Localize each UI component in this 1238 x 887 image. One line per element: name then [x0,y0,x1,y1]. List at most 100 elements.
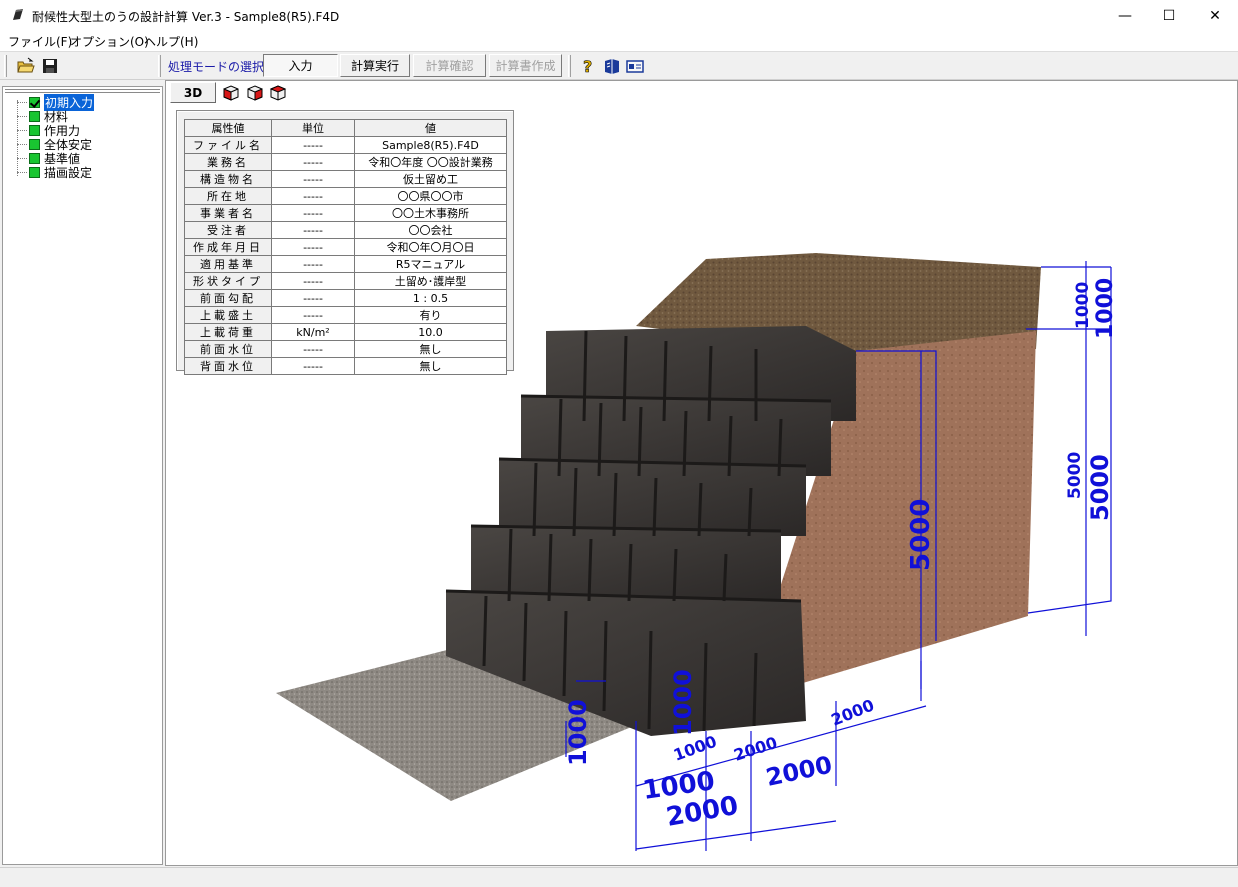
property-unit: ----- [271,272,355,290]
dimension-label: 2000 [763,751,834,792]
maximize-button[interactable]: ☐ [1146,0,1192,31]
navigation-tree: 初期入力 材料 作用力 全体安定 基準値 描画設定 [2,86,163,865]
property-name: 背面水位 [184,357,272,375]
property-name: 形状タイプ [184,272,272,290]
property-unit: ----- [271,204,355,222]
property-name: 構造物名 [184,170,272,188]
property-name: 受注者 [184,221,272,239]
status-icon [29,110,40,122]
status-icon [29,166,40,178]
column-header: 単位 [271,119,355,137]
table-row[interactable]: ファイル名 ----- Sample8(R5).F4D [184,136,507,154]
property-unit: ----- [271,153,355,171]
toolbar-grip [4,55,7,77]
cube-view-top-icon[interactable] [268,83,288,103]
tree-item-label: 描画設定 [44,165,93,180]
status-icon [29,124,40,136]
property-value[interactable]: 仮土留め工 [354,170,507,188]
property-value[interactable]: 〇〇土木事務所 [354,204,507,222]
view-3d-button[interactable]: 3D [170,82,216,103]
property-table: 属性値 単位 値 ファイル名 ----- Sample8(R5).F4D 業務名 --… [184,119,507,375]
tree-item-drawing-settings[interactable]: 描画設定 [17,165,93,180]
title-bar: 耐候性大型土のうの設計計算 Ver.3 - Sample8(R5).F4D — … [0,0,1238,31]
toolbar-grip-3 [568,55,571,77]
create-report-button[interactable]: 計算書作成 [489,54,562,77]
property-unit: ----- [271,340,355,358]
dimension-label: 2000 [731,733,779,765]
table-row[interactable]: 形状タイプ ----- 土留め･護岸型 [184,272,507,290]
property-value[interactable]: 〇〇県〇〇市 [354,187,507,205]
property-unit: ----- [271,289,355,307]
run-calculation-button[interactable]: 計算実行 [340,54,410,77]
property-unit: ----- [271,170,355,188]
minimize-button[interactable]: — [1102,0,1148,31]
version-info-icon[interactable] [625,56,645,76]
sandbag-blocks [445,326,856,736]
property-value[interactable]: 有り [354,306,507,324]
property-unit: ----- [271,255,355,273]
menu-help[interactable]: ヘルプ(H) [144,33,198,50]
window-title: 耐候性大型土のうの設計計算 Ver.3 - Sample8(R5).F4D [32,10,340,24]
property-table-panel: 属性値 単位 値 ファイル名 ----- Sample8(R5).F4D 業務名 --… [176,110,514,375]
property-name: 前面勾配 [184,289,272,307]
cube-view-side-icon[interactable] [245,83,265,103]
property-unit: ----- [271,187,355,205]
property-unit: ----- [271,238,355,256]
close-button[interactable]: ✕ [1192,0,1238,31]
property-value[interactable]: Sample8(R5).F4D [354,136,507,154]
property-value[interactable]: 無し [354,357,507,375]
maximize-icon: ☐ [1162,7,1176,24]
table-row[interactable]: 上載荷重 kN/m² 10.0 [184,323,507,341]
dimension-label: 1000 [564,699,592,766]
table-row[interactable]: 前面勾配 ----- 1 : 0.5 [184,289,507,307]
table-row[interactable]: 背面水位 ----- 無し [184,357,507,375]
property-value[interactable]: 令和〇年度 〇〇設計業務 [354,153,507,171]
property-name: 上載荷重 [184,323,272,341]
table-row[interactable]: 前面水位 ----- 無し [184,340,507,358]
dimension-label: 5000 [906,499,936,571]
confirm-calculation-button[interactable]: 計算確認 [413,54,486,77]
toolbar: 処理モードの選択 入力 計算実行 計算確認 計算書作成 ? [0,51,1238,80]
menu-file[interactable]: ファイル(F) [8,33,72,50]
table-row[interactable]: 業務名 ----- 令和〇年度 〇〇設計業務 [184,153,507,171]
open-folder-icon[interactable] [16,56,36,76]
status-icon [29,152,40,164]
property-value[interactable]: 無し [354,340,507,358]
dimension-label: 2000 [828,695,876,729]
table-header-row: 属性値 単位 値 [184,119,507,137]
table-row[interactable]: 適用基準 ----- R5マニュアル [184,255,507,273]
cube-view-front-icon[interactable] [221,83,241,103]
property-value[interactable]: 〇〇会社 [354,221,507,239]
table-row[interactable]: 作成年月日 ----- 令和〇年〇月〇日 [184,238,507,256]
svg-text:?: ? [583,57,592,76]
app-icon [13,9,23,20]
table-row[interactable]: 事業者名 ----- 〇〇土木事務所 [184,204,507,222]
property-value[interactable]: 1 : 0.5 [354,289,507,307]
property-name: 業務名 [184,153,272,171]
property-value[interactable]: 10.0 [354,323,507,341]
menu-options[interactable]: オプション(O) [70,33,149,50]
property-name: 所在地 [184,187,272,205]
close-icon: ✕ [1209,7,1221,24]
property-value[interactable]: 令和〇年〇月〇日 [354,238,507,256]
input-mode-button[interactable]: 入力 [263,54,338,77]
column-header: 値 [354,119,507,137]
dimension-label: 5000 [1086,454,1114,521]
property-value[interactable]: 土留め･護岸型 [354,272,507,290]
table-row[interactable]: 上載盛土 ----- 有り [184,306,507,324]
checked-status-icon [29,96,40,108]
property-name: 前面水位 [184,340,272,358]
dimension-label: 1000 [1093,278,1118,339]
property-unit: kN/m² [271,323,355,341]
table-row[interactable]: 所在地 ----- 〇〇県〇〇市 [184,187,507,205]
menu-bar: ファイル(F) オプション(O) ヘルプ(H) [0,31,1238,51]
property-name: 作成年月日 [184,238,272,256]
table-row[interactable]: 構造物名 ----- 仮土留め工 [184,170,507,188]
table-row[interactable]: 受注者 ----- 〇〇会社 [184,221,507,239]
help-icon[interactable]: ? [578,56,598,76]
property-unit: ----- [271,221,355,239]
property-value[interactable]: R5マニュアル [354,255,507,273]
property-name: 事業者名 [184,204,272,222]
manual-book-icon[interactable] [602,56,622,76]
save-icon[interactable] [40,56,60,76]
